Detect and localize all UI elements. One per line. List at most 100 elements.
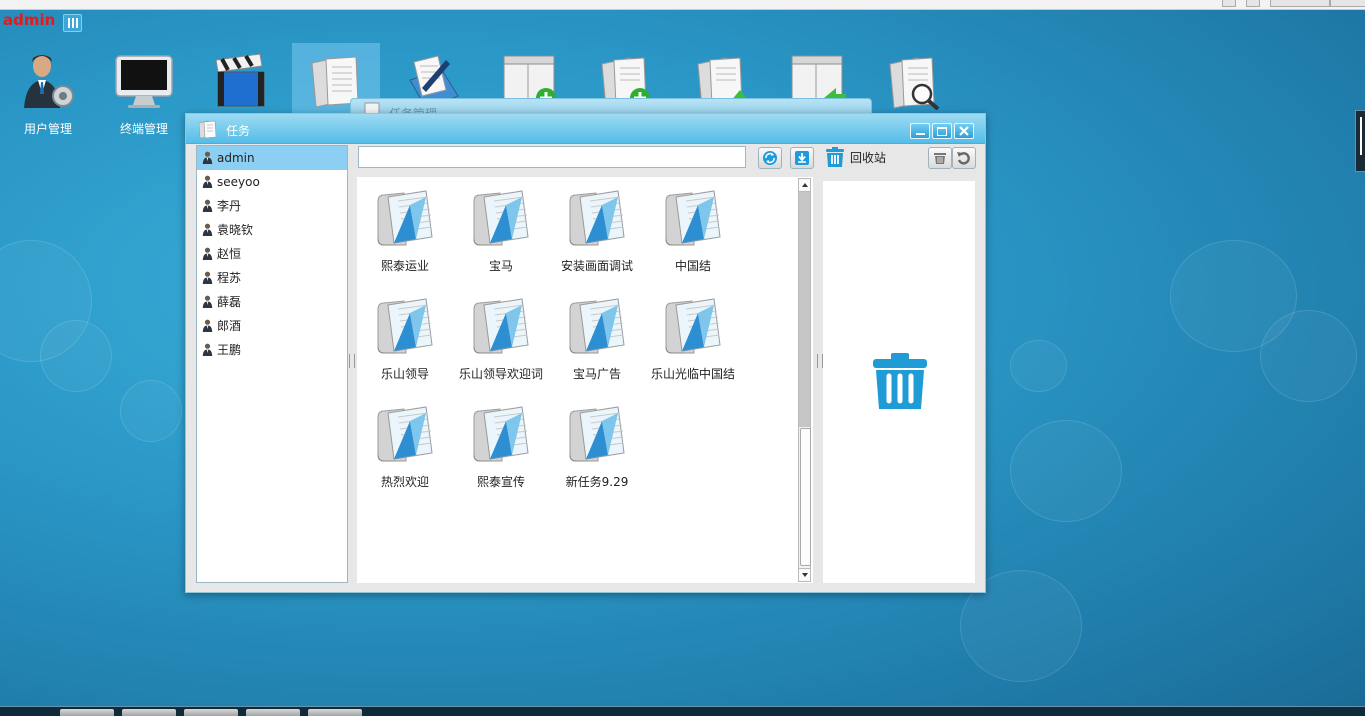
user-icon — [202, 223, 213, 236]
task-scrollbar[interactable] — [798, 178, 811, 582]
task-item[interactable]: 热烈欢迎 — [357, 393, 453, 493]
close-icon — [959, 126, 969, 136]
user-list-item[interactable]: 王鹏 — [197, 338, 347, 362]
task-label: 乐山光临中国结 — [650, 367, 735, 381]
task-item[interactable]: 乐山光临中国结 — [645, 285, 741, 385]
scroll-up-arrow[interactable] — [799, 179, 810, 192]
user-icon — [202, 247, 213, 260]
task-document-icon — [473, 406, 529, 462]
scroll-down-arrow[interactable] — [799, 568, 810, 581]
empty-trash-button[interactable] — [928, 147, 952, 169]
user-icon — [202, 151, 213, 164]
task-label: 熙泰宣传 — [476, 475, 525, 489]
task-grid: 熙泰运业 宝马 安装画面调试 中国结乐山领导 乐山领导欢迎词 宝马广告 乐山光临中国结热烈欢… — [357, 177, 813, 583]
recycle-bin-panel — [823, 181, 975, 583]
taskbar-item[interactable] — [308, 709, 362, 716]
task-document-icon — [665, 298, 721, 354]
left-splitter-handle[interactable] — [349, 354, 355, 368]
user-list-item[interactable]: 李丹 — [197, 194, 347, 218]
task-label: 熙泰运业 — [380, 259, 429, 273]
documents-icon — [198, 120, 217, 139]
user-name: 薛磊 — [217, 295, 242, 309]
scroll-thumb[interactable] — [800, 428, 811, 566]
task-item[interactable]: 熙泰宣传 — [453, 393, 549, 493]
user-name: 赵恒 — [217, 247, 242, 261]
desktop-icon-label: 终端管理 — [119, 122, 168, 136]
download-icon — [795, 151, 809, 165]
minimize-control[interactable] — [1222, 0, 1236, 7]
taskbar-item[interactable] — [122, 709, 176, 716]
menu-button[interactable] — [63, 14, 82, 32]
bg-bubble — [1170, 240, 1297, 352]
window-title: 任务 — [226, 124, 251, 138]
task-label: 乐山领导 — [380, 367, 429, 381]
task-item[interactable]: 乐山领导欢迎词 — [453, 285, 549, 385]
window-close-button[interactable] — [954, 123, 974, 139]
task-search-input[interactable] — [358, 146, 746, 168]
recycle-bin-header: 回收站 — [824, 146, 886, 168]
user-list-item[interactable]: seeyoo — [197, 170, 347, 194]
user-name: 袁晓钦 — [217, 223, 254, 237]
task-document-icon — [569, 298, 625, 354]
document-search-icon — [889, 57, 940, 110]
user-list: admin seeyoo 李丹袁晓钦赵恒程苏薛磊郎酒王鹏 — [196, 145, 348, 583]
desktop-icon-terminal-management[interactable]: 终端管理 — [100, 44, 188, 140]
task-document-icon — [473, 298, 529, 354]
window-minimize-button[interactable] — [910, 123, 930, 139]
bg-bubble — [120, 380, 182, 442]
user-name: seeyoo — [217, 175, 260, 189]
restore-button[interactable] — [952, 147, 976, 169]
task-item[interactable]: 安装画面调试 — [549, 177, 645, 277]
clapperboard-icon — [215, 53, 265, 107]
side-widget[interactable] — [1355, 110, 1365, 172]
user-name: 程苏 — [217, 271, 242, 285]
os-taskbar — [0, 706, 1365, 716]
taskbar-item[interactable] — [184, 709, 238, 716]
desktop-icon-user-management[interactable]: 用户管理 — [4, 44, 92, 140]
task-label: 安装画面调试 — [560, 259, 633, 273]
user-list-item[interactable]: 赵恒 — [197, 242, 347, 266]
user-list-item[interactable]: 薛磊 — [197, 290, 347, 314]
refresh-icon — [763, 151, 777, 165]
monitor-icon — [115, 55, 173, 108]
user-list-item[interactable]: 郎酒 — [197, 314, 347, 338]
taskbar-item[interactable] — [60, 709, 114, 716]
user-list-item[interactable]: 袁晓钦 — [197, 218, 347, 242]
user-name: 王鹏 — [217, 343, 242, 357]
task-label: 热烈欢迎 — [380, 475, 429, 489]
user-admin-icon — [24, 55, 74, 108]
download-button[interactable] — [790, 147, 814, 169]
task-item[interactable]: 新任务9.29 — [549, 393, 645, 493]
maximize-control[interactable] — [1246, 0, 1260, 7]
bg-bubble — [1260, 310, 1357, 402]
task-label: 乐山领导欢迎词 — [458, 367, 543, 381]
trash-icon — [934, 153, 946, 164]
task-label: 新任务9.29 — [565, 475, 629, 489]
task-label: 中国结 — [674, 259, 711, 273]
window-titlebar[interactable]: 任务 — [186, 114, 985, 144]
taskbar-item[interactable] — [246, 709, 300, 716]
trash-icon — [826, 147, 844, 167]
refresh-button[interactable] — [758, 147, 782, 169]
task-item[interactable]: 熙泰运业 — [357, 177, 453, 277]
task-item[interactable]: 中国结 — [645, 177, 741, 277]
recycle-bin-label: 回收站 — [850, 150, 887, 165]
task-document-icon — [377, 190, 433, 246]
task-item[interactable]: 宝马 — [453, 177, 549, 277]
user-name: 李丹 — [217, 199, 242, 213]
task-document-icon — [665, 190, 721, 246]
trash-icon — [873, 353, 927, 409]
desktop-icon-label: 用户管理 — [23, 122, 72, 136]
task-document-icon — [377, 298, 433, 354]
user-list-item[interactable]: 程苏 — [197, 266, 347, 290]
user-name: 郎酒 — [217, 319, 242, 333]
titlebar-box — [1270, 0, 1330, 7]
task-item[interactable]: 乐山领导 — [357, 285, 453, 385]
user-icon — [202, 343, 213, 356]
task-label: 宝马广告 — [572, 367, 621, 381]
window-maximize-button[interactable] — [932, 123, 952, 139]
bg-bubble — [1010, 340, 1067, 392]
task-item[interactable]: 宝马广告 — [549, 285, 645, 385]
titlebar-box — [1330, 0, 1365, 7]
user-list-item[interactable]: admin — [197, 146, 347, 170]
